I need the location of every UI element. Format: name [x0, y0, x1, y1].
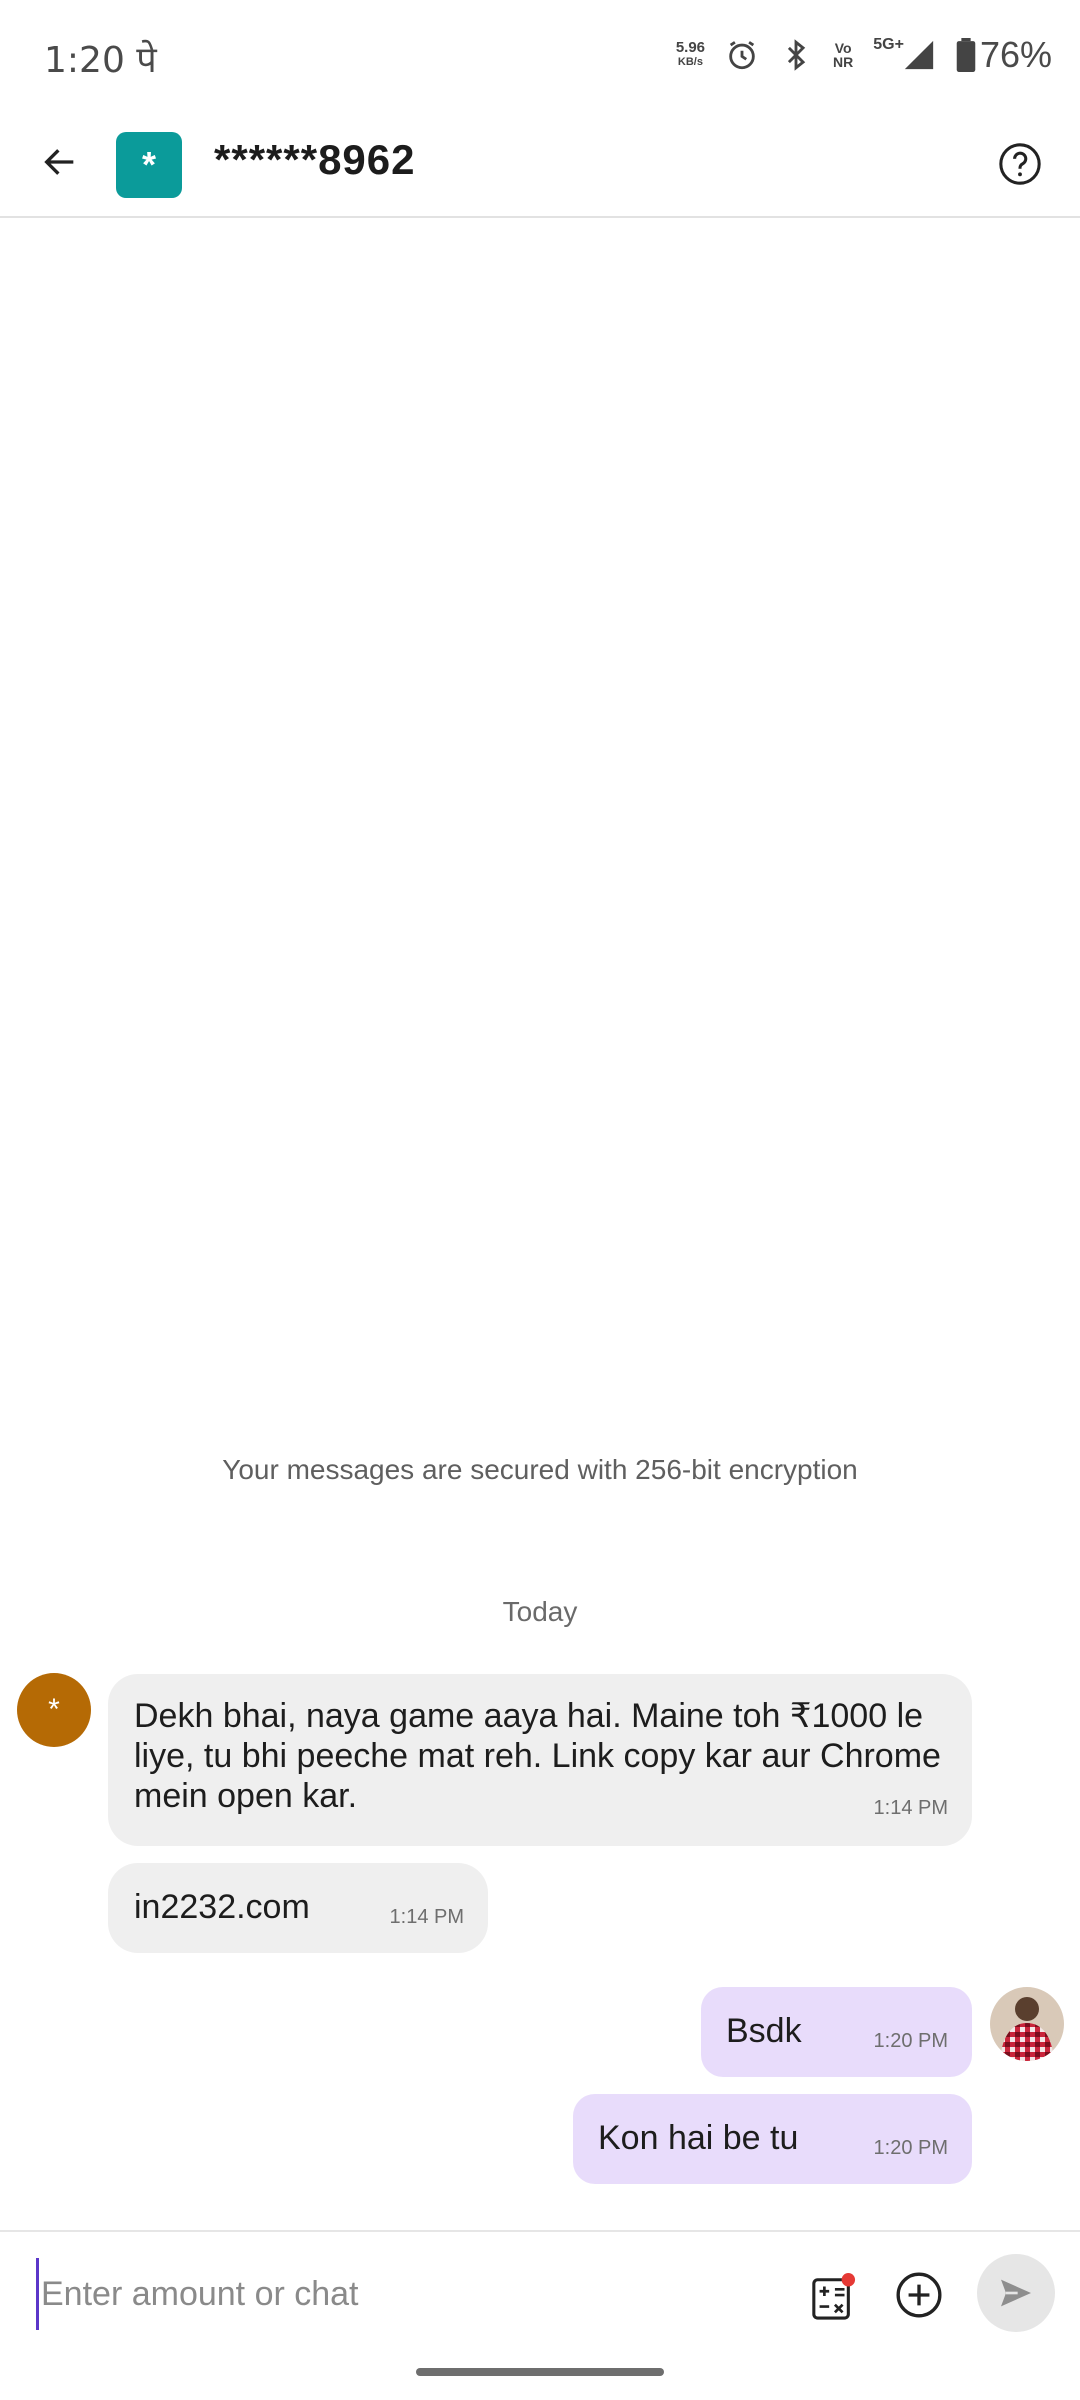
- plus-circle-icon: [896, 2272, 942, 2318]
- volte-indicator: Vo NR: [833, 41, 853, 69]
- contact-title[interactable]: ******8962: [214, 136, 416, 184]
- status-bar: 1:20 पे 5.96 KB/s Vo NR 5G+ 76%: [0, 0, 1080, 110]
- volte-label-top: Vo: [834, 40, 852, 56]
- chat-input[interactable]: [36, 2258, 783, 2330]
- calculator-button[interactable]: [810, 2272, 856, 2322]
- network-type: 5G+: [873, 36, 904, 53]
- contact-avatar[interactable]: *: [116, 132, 182, 198]
- profile-photo: [990, 1987, 1064, 2061]
- date-separator: Today: [502, 1596, 578, 1627]
- message-bubble[interactable]: Dekh bhai, naya game aaya hai. Maine toh…: [108, 1674, 972, 1846]
- message-time: 1:14 PM: [389, 1906, 464, 1928]
- signal-icon: [904, 40, 934, 70]
- alarm-icon: [729, 41, 755, 70]
- calculator-icon: [812, 2273, 856, 2320]
- send-icon: [1001, 2279, 1031, 2307]
- message-time: 1:20 PM: [873, 2030, 948, 2052]
- bluetooth-icon: [787, 39, 806, 71]
- message-text: Dekh bhai, naya game aaya hai. Maine toh…: [134, 1697, 941, 1815]
- arrow-left-icon: [44, 149, 74, 175]
- status-icons: 5.96 KB/s Vo NR 5G+ 76%: [676, 30, 1052, 80]
- battery-icon: [956, 38, 976, 72]
- network-speed: 5.96 KB/s: [676, 40, 705, 70]
- status-time: 1:20 पे: [44, 40, 157, 81]
- home-indicator[interactable]: [416, 2368, 664, 2376]
- add-button[interactable]: [894, 2270, 944, 2320]
- back-button[interactable]: [28, 130, 92, 194]
- sender-avatar[interactable]: *: [17, 1673, 91, 1747]
- message-bubble[interactable]: Bsdk 1:20 PM: [701, 1987, 972, 2077]
- battery-percentage: 76%: [979, 34, 1052, 75]
- send-button[interactable]: [977, 2254, 1055, 2332]
- chat-header: * ******8962: [0, 110, 1080, 218]
- user-avatar[interactable]: [990, 1987, 1064, 2061]
- network-speed-unit: KB/s: [677, 56, 703, 68]
- message-time: 1:20 PM: [873, 2137, 948, 2159]
- composer-bar: [0, 2230, 1080, 2357]
- message-time: 1:14 PM: [873, 1797, 948, 1819]
- battery-status: 76%: [956, 34, 1052, 76]
- message-bubble[interactable]: in2232.com 1:14 PM: [108, 1863, 488, 1953]
- network-speed-value: 5.96: [675, 39, 706, 56]
- volte-label-bottom: NR: [833, 54, 854, 70]
- encryption-note: Your messages are secured with 256-bit e…: [222, 1454, 858, 1485]
- help-button[interactable]: [990, 134, 1050, 194]
- help-icon: [999, 143, 1041, 185]
- message-bubble[interactable]: Kon hai be tu 1:20 PM: [573, 2094, 972, 2184]
